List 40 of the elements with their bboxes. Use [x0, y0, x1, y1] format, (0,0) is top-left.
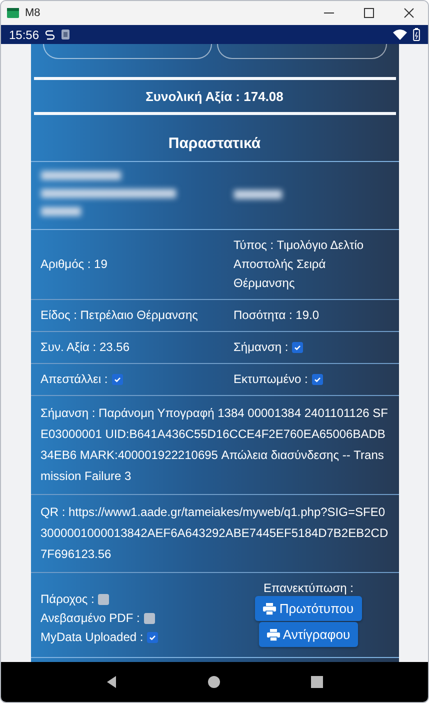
- blurred-text: [234, 188, 284, 200]
- checkbox[interactable]: [98, 594, 110, 604]
- info-text: Σήμανση : Παράνομη Υπογραφή 1384 00001384 2401101126 SFE03000001 UID:B641A436C55D16CCE4F2E760EA65006BADB34EB6 MARK:400001922210695 Απώλεια διασύνδεσης -- Transmission Failure 3: [40, 405, 388, 485]
- field-label: Αριθμός : 19: [40, 256, 108, 273]
- printer-icon: [266, 628, 280, 640]
- info-text: QR : https://www1.aade.gr/tameiakes/myweb/q1.php?SIG=SFE03000001000013842AEF6A643292ABE7445EF5184D7B2EB2CD7F696123.56: [40, 504, 388, 563]
- field-label: Σήμανση :: [234, 339, 288, 356]
- checkbox[interactable]: [312, 374, 323, 385]
- sim-card-icon: [61, 29, 70, 40]
- sync-icon: [45, 28, 56, 40]
- close-icon[interactable]: [402, 6, 416, 20]
- field-label: Τύπος : Τιμολόγιο Δελτίο Αποστολής Σειρά Θέρμανσης: [234, 237, 365, 292]
- home-icon[interactable]: [207, 675, 222, 689]
- field-label: MyData Uploaded :: [40, 628, 144, 646]
- maximize-icon[interactable]: [362, 6, 376, 20]
- printer-icon: [263, 602, 276, 614]
- recents-icon[interactable]: [310, 675, 324, 689]
- field-label: Απεστάλλει :: [40, 371, 108, 388]
- status-time: 15:56: [9, 28, 40, 42]
- field-label: Ανεβασμένο PDF :: [40, 610, 140, 626]
- app-icon: [7, 8, 19, 18]
- button-outline[interactable]: [42, 44, 212, 59]
- wifi-icon: [393, 29, 407, 40]
- print-button[interactable]: Πρωτότυπου: [255, 596, 362, 621]
- window-title: M8: [25, 7, 42, 19]
- field-label: Ποσότητα : 19.0: [234, 307, 320, 324]
- total-value: Συνολική Αξία : 174.08: [144, 88, 284, 106]
- battery-icon: [413, 28, 420, 41]
- field-label: Πάροχος :: [40, 590, 94, 608]
- section-title: Παραστατικά: [30, 115, 398, 162]
- field-label: Εκτυπωμένο :: [234, 371, 308, 388]
- reprint-label: Επανεκτύπωση :: [264, 581, 354, 595]
- checkbox[interactable]: [147, 632, 158, 642]
- checkbox[interactable]: [112, 374, 123, 385]
- field-label: Είδος : Πετρέλαιο Θέρμανσης: [40, 307, 198, 324]
- checkbox[interactable]: [144, 612, 155, 624]
- button-outline[interactable]: [217, 44, 386, 59]
- field-label: Συν. Αξία : 23.56: [40, 339, 130, 356]
- checkbox[interactable]: [292, 342, 304, 353]
- print-button[interactable]: Αντίγραφου: [258, 622, 358, 647]
